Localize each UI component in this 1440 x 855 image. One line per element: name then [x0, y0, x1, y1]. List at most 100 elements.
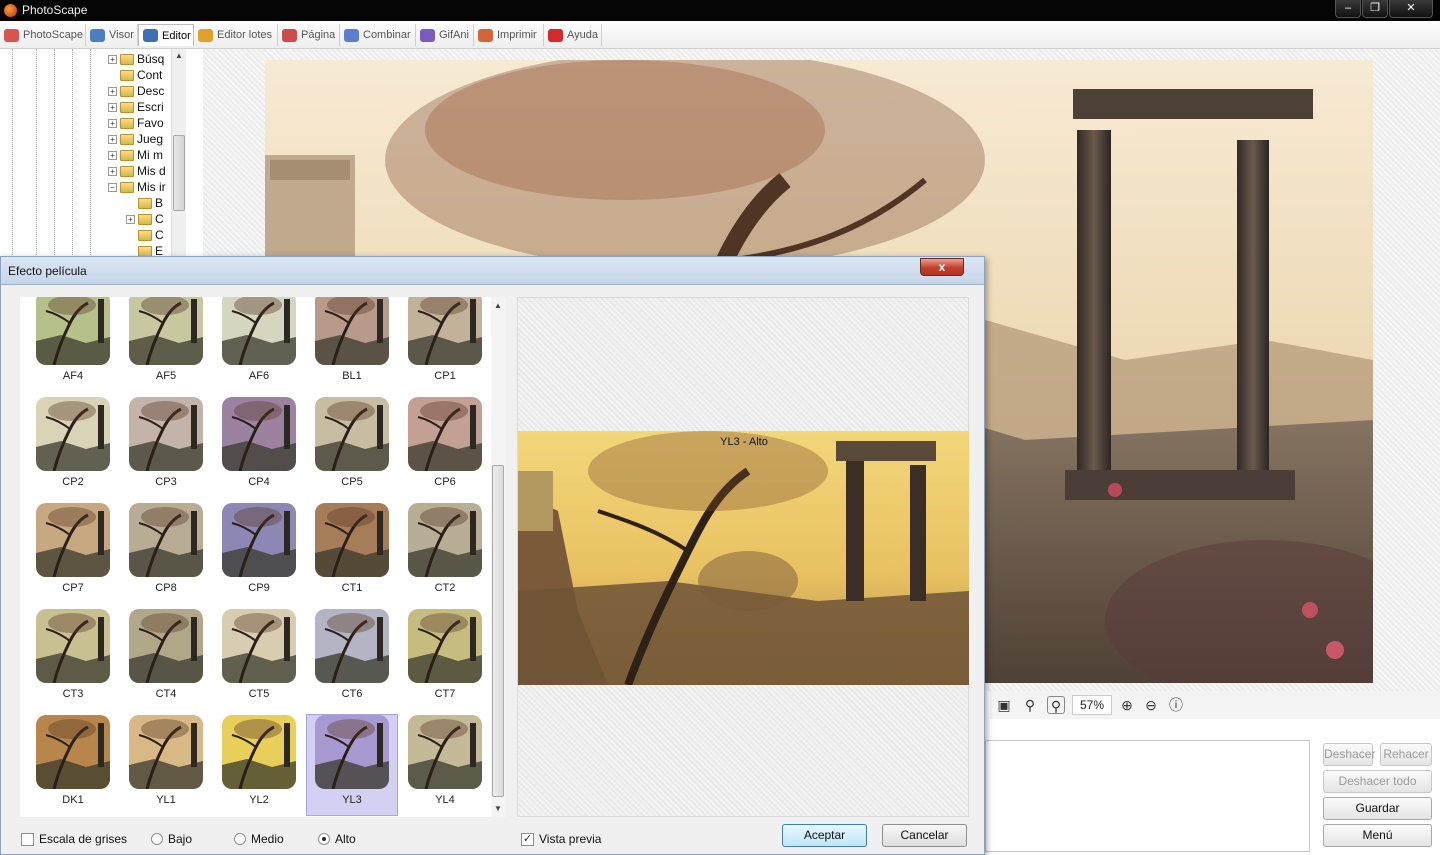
filter-thumb-cp5[interactable]: CP5	[307, 397, 397, 497]
ok-button[interactable]: Aceptar	[782, 824, 867, 847]
tree-item[interactable]: + Mi m	[108, 147, 163, 163]
filter-thumb-yl3[interactable]: YL3	[306, 714, 398, 816]
expand-toggle-icon[interactable]: +	[108, 86, 117, 96]
filter-thumb-ct1[interactable]: CT1	[307, 503, 397, 603]
tab-visor[interactable]: Visor	[86, 24, 138, 46]
menu-button[interactable]: Menú	[1323, 824, 1432, 847]
minimize-button[interactable]: ‒	[1335, 0, 1361, 18]
zoom-actual-icon[interactable]: ⚲	[1021, 696, 1039, 714]
filter-thumb-cp2[interactable]: CP2	[28, 397, 118, 497]
intensity-low-radio[interactable]	[151, 833, 163, 845]
intensity-low-option[interactable]: Bajo	[151, 832, 192, 846]
filter-thumb-cp7[interactable]: CP7	[28, 503, 118, 603]
grayscale-option[interactable]: Escala de grises	[21, 832, 127, 846]
scroll-up-icon[interactable]: ▲	[494, 301, 502, 310]
photoscape-icon	[4, 28, 19, 42]
filter-thumb-cp3[interactable]: CP3	[121, 397, 211, 497]
tab-pagina[interactable]: Página	[278, 24, 340, 46]
cancel-button[interactable]: Cancelar	[882, 824, 967, 847]
tree-item[interactable]: B	[126, 195, 163, 211]
filter-label: CP4	[248, 476, 270, 488]
filter-thumb-ct3[interactable]: CT3	[28, 609, 118, 709]
expand-toggle-icon[interactable]: −	[108, 182, 117, 192]
intensity-high-radio[interactable]	[318, 833, 330, 845]
undo-all-button[interactable]: Deshacer todo	[1323, 770, 1432, 793]
filter-thumb-bl1[interactable]: BL1	[307, 297, 397, 391]
tree-item[interactable]: C	[126, 227, 164, 243]
tab-imprimir[interactable]: Imprimir	[474, 24, 544, 46]
filter-thumb-yl2[interactable]: YL2	[214, 715, 304, 815]
undo-button[interactable]: Deshacer	[1323, 743, 1375, 766]
folder-icon	[120, 69, 134, 81]
tab-editor-lotes[interactable]: Editor lotes	[194, 24, 278, 46]
tab-label: GifAni	[439, 29, 469, 41]
tree-item[interactable]: + Favo	[108, 115, 164, 131]
tab-gifani[interactable]: GifAni	[416, 24, 474, 46]
preview-option[interactable]: ✓ Vista previa	[521, 832, 601, 846]
tree-item[interactable]: + Mis d	[108, 163, 166, 179]
tab-ayuda[interactable]: Ayuda	[544, 24, 602, 46]
filter-thumb-cp6[interactable]: CP6	[400, 397, 490, 497]
expand-toggle-icon[interactable]: +	[126, 214, 135, 224]
filter-thumb-af6[interactable]: AF6	[214, 297, 304, 391]
filter-thumb-cp8[interactable]: CP8	[121, 503, 211, 603]
tree-item[interactable]: Cont	[108, 67, 162, 83]
filter-preview-image	[408, 503, 482, 577]
filter-thumb-ct5[interactable]: CT5	[214, 609, 304, 709]
scroll-up-icon[interactable]: ▲	[175, 51, 183, 60]
tree-item[interactable]: + Búsq	[108, 51, 164, 67]
scroll-down-icon[interactable]: ▼	[494, 804, 502, 813]
tree-item[interactable]: + Desc	[108, 83, 164, 99]
tab-photoscape[interactable]: PhotoScape	[0, 24, 86, 46]
tree-scroll-thumb[interactable]	[173, 135, 185, 211]
expand-toggle-icon[interactable]: +	[108, 102, 117, 112]
tab-combinar[interactable]: Combinar	[340, 24, 416, 46]
expand-toggle-icon[interactable]: +	[108, 134, 117, 144]
preview-checkbox[interactable]: ✓	[521, 832, 534, 846]
expand-toggle-icon[interactable]: +	[108, 150, 117, 160]
filter-thumb-ct7[interactable]: CT7	[400, 609, 490, 709]
filter-thumb-cp4[interactable]: CP4	[214, 397, 304, 497]
tree-scrollbar[interactable]: ▲	[171, 49, 186, 259]
fit-screen-icon[interactable]: ▣	[995, 696, 1013, 714]
intensity-medium-option[interactable]: Medio	[234, 832, 284, 846]
tab-editor[interactable]: Editor	[138, 24, 194, 46]
zoom-in-icon[interactable]: ⊕	[1118, 696, 1136, 714]
filter-preview-image	[315, 609, 389, 683]
zoom-out-icon[interactable]: ⊖	[1142, 696, 1160, 714]
tree-item[interactable]: − Mis ir	[108, 179, 166, 195]
filter-thumb-yl1[interactable]: YL1	[121, 715, 211, 815]
filter-thumb-af4[interactable]: AF4	[28, 297, 118, 391]
zoom-fit-icon[interactable]: ⚲	[1047, 696, 1065, 714]
filter-thumb-ct6[interactable]: CT6	[307, 609, 397, 709]
filter-list-scrollbar[interactable]: ▲ ▼	[491, 297, 506, 817]
dialog-close-button[interactable]: x	[920, 258, 964, 276]
filter-label: CP7	[62, 582, 84, 594]
preview-caption: YL3 - Alto	[720, 436, 768, 448]
close-window-button[interactable]: ✕	[1389, 0, 1433, 18]
filter-thumb-ct2[interactable]: CT2	[400, 503, 490, 603]
tree-item-label: Cont	[137, 68, 163, 82]
filter-thumb-cp9[interactable]: CP9	[214, 503, 304, 603]
filter-thumb-dk1[interactable]: DK1	[28, 715, 118, 815]
filter-thumb-af5[interactable]: AF5	[121, 297, 211, 391]
save-button[interactable]: Guardar	[1323, 797, 1432, 820]
tree-item[interactable]: + Escri	[108, 99, 164, 115]
expand-toggle-icon[interactable]: +	[108, 118, 117, 128]
intensity-medium-label: Medio	[251, 832, 284, 846]
intensity-high-option[interactable]: Alto	[318, 832, 356, 846]
tree-item[interactable]: + C	[126, 211, 164, 227]
info-icon[interactable]: ⓘ	[1167, 696, 1185, 714]
filter-scroll-thumb[interactable]	[492, 465, 504, 797]
intensity-medium-radio[interactable]	[234, 833, 246, 845]
tree-item[interactable]: + Jueg	[108, 131, 163, 147]
tab-label: Ayuda	[567, 29, 598, 41]
expand-toggle-icon[interactable]: +	[108, 54, 117, 64]
filter-thumb-yl4[interactable]: YL4	[400, 715, 490, 815]
redo-button[interactable]: Rehacer	[1380, 743, 1432, 766]
expand-toggle-icon[interactable]: +	[108, 166, 117, 176]
filter-thumb-cp1[interactable]: CP1	[400, 297, 490, 391]
filter-thumb-ct4[interactable]: CT4	[121, 609, 211, 709]
grayscale-checkbox[interactable]	[21, 832, 34, 846]
maximize-button[interactable]: ❐	[1362, 0, 1388, 18]
